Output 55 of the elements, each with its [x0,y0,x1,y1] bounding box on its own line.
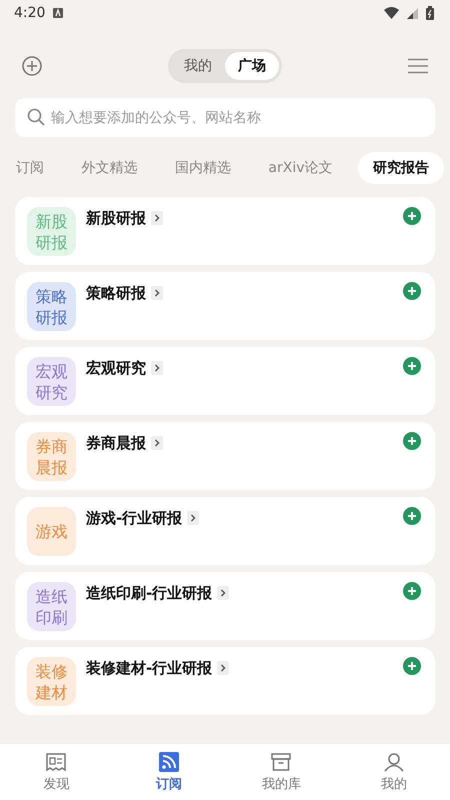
chevron-icon[interactable] [187,511,200,525]
person-icon [384,752,404,772]
status-time: 4:20 [14,5,46,21]
add-icon[interactable] [403,357,421,375]
feed-badge: 装修建材 [27,657,76,706]
newspaper-icon [46,752,66,772]
search-icon [27,108,45,126]
feed-card[interactable]: 装修建材 装修建材-行业研报 [15,647,435,715]
chevron-icon[interactable] [217,586,230,600]
nav-tab[interactable]: 我的 [338,744,450,800]
feed-title: 造纸印刷-行业研报 [86,584,212,603]
chevron-icon[interactable] [151,361,163,375]
feed-card[interactable]: 券商晨报 券商晨报 [15,422,435,490]
feed-title: 装修建材-行业研报 [86,659,212,678]
feed-title: 券商晨报 [86,434,146,453]
chevron-icon[interactable] [217,661,230,675]
feed-card[interactable]: 游戏 游戏-行业研报 [15,497,435,565]
feed-badge: 游戏 [27,507,76,556]
feed-title: 宏观研究 [86,359,146,378]
feed-badge: 策略研报 [27,282,76,331]
category-tab[interactable]: 研究报告 [358,152,444,184]
add-icon[interactable] [403,582,421,600]
feed-card[interactable]: 策略研报 策略研报 [15,272,435,340]
feed-card[interactable]: 新股研报 新股研报 [15,197,435,265]
archive-box-icon [271,752,292,772]
segment-tab[interactable]: 我的 [171,52,225,80]
add-icon[interactable] [403,432,421,450]
chevron-icon[interactable] [151,286,163,300]
wifi-icon [384,7,399,19]
signal-icon [407,8,418,18]
nav-tab[interactable]: 发现 [0,744,112,800]
feed-title: 策略研报 [86,284,146,303]
nav-tab[interactable]: 订阅 [112,744,225,800]
feed-card[interactable]: 宏观研究 宏观研究 [15,347,435,415]
rss-icon [158,752,179,772]
chevron-icon[interactable] [151,211,163,225]
feed-title: 新股研报 [86,209,146,228]
feed-badge: 券商晨报 [27,432,76,481]
menu-icon[interactable] [408,58,428,74]
feed-badge: 造纸印刷 [27,582,76,631]
search-field[interactable]: 输入想要添加的公众号、网站名称 [15,98,435,137]
notification-icon [53,8,64,18]
feed-title: 游戏-行业研报 [86,509,182,528]
feed-badge: 宏观研究 [27,357,76,406]
feed-card[interactable]: 造纸印刷 造纸印刷-行业研报 [15,572,435,640]
chevron-icon[interactable] [151,436,163,450]
battery-icon [426,6,434,20]
add-icon[interactable] [403,657,421,675]
add-icon[interactable] [403,507,421,525]
nav-tab[interactable]: 我的库 [225,744,338,800]
add-icon[interactable] [22,56,42,76]
add-icon[interactable] [403,282,421,300]
segment-tab[interactable]: 广场 [225,52,279,80]
feed-badge: 新股研报 [27,207,76,256]
add-icon[interactable] [403,207,421,225]
